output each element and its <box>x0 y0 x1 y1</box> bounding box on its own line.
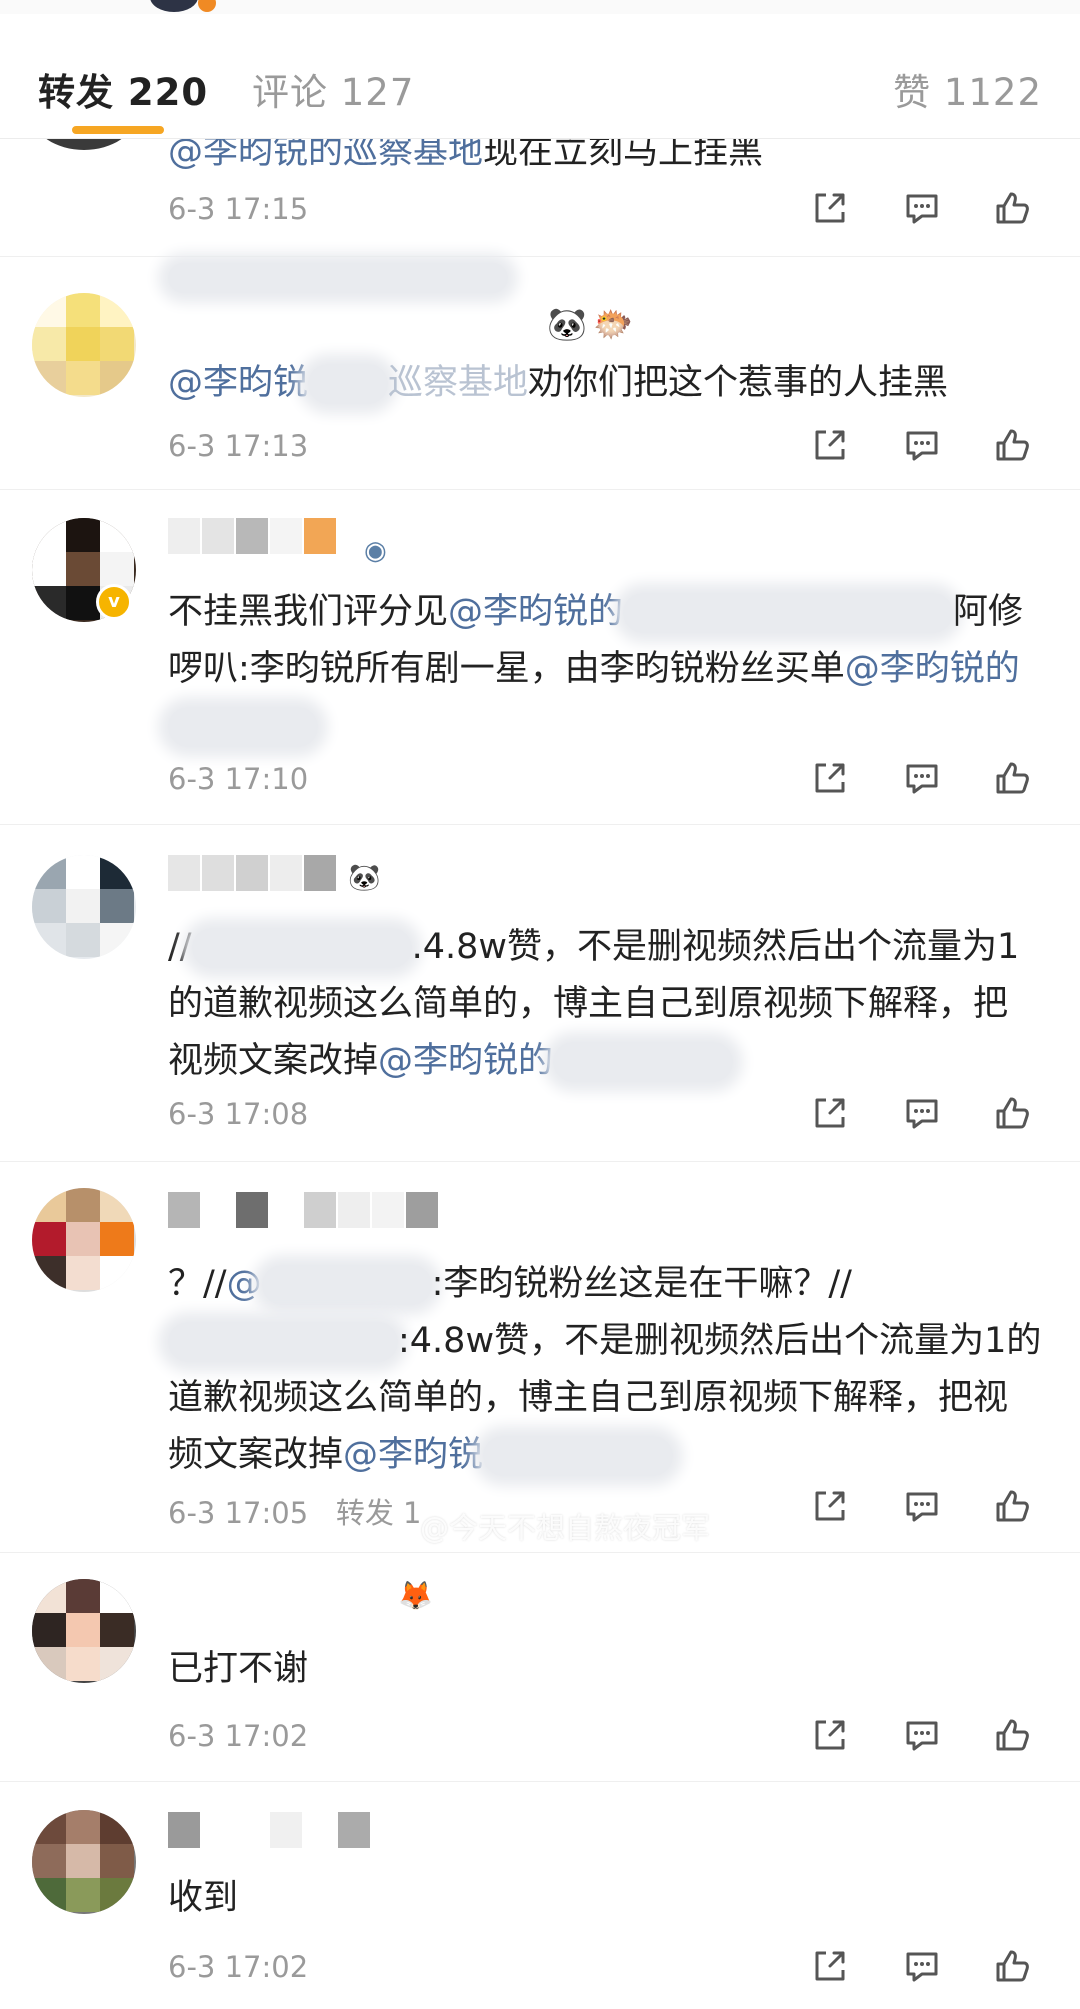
like-icon[interactable] <box>990 1944 1034 1988</box>
redacted-text <box>261 1265 432 1305</box>
repost-count[interactable]: 转发 1 <box>336 1496 422 1530</box>
mention-link[interactable]: @ <box>227 1264 262 1304</box>
mention-link[interactable]: @李昀锐 <box>343 1435 483 1475</box>
list-item: ？//@:李昀锐粉丝这是在干嘛？//:4.8w赞，不是删视频然后出个流量为1的道… <box>0 1162 1080 1553</box>
avatar[interactable] <box>32 1579 136 1683</box>
avatar[interactable] <box>32 1188 136 1292</box>
timestamp: 6-3 17:08 <box>168 1097 309 1131</box>
action-bar <box>808 1713 1042 1757</box>
repost-text: 不挂黑我们评分见@李昀锐的 阿修啰叭:李昀锐所有剧一星，由李昀锐粉丝买单@李昀锐的 <box>168 584 1042 755</box>
repost-text: @李昀锐 巡察基地劝你们把这个惹事的人挂黑 <box>168 363 949 404</box>
share-icon[interactable] <box>808 1484 852 1528</box>
like-icon[interactable] <box>990 1091 1034 1135</box>
action-bar <box>808 186 1042 230</box>
list-item: 🦊 已打不谢 6-3 17:02 <box>0 1553 1080 1782</box>
mention-link[interactable]: @李昀锐的 <box>378 1041 553 1081</box>
badge-icon <box>198 0 216 12</box>
redacted-text <box>483 1436 674 1476</box>
mention-link[interactable]: @李昀锐的 <box>845 649 1020 689</box>
comment-icon[interactable] <box>900 1484 944 1528</box>
share-icon[interactable] <box>808 423 852 467</box>
share-icon[interactable] <box>808 186 852 230</box>
comment-icon[interactable] <box>900 423 944 467</box>
watermark: @今天不想自熬夜冠军 <box>420 1511 711 1545</box>
action-bar <box>808 1091 1042 1135</box>
list-item: 收到 6-3 17:02 <box>0 1782 1080 2009</box>
action-bar <box>808 1484 1042 1528</box>
like-icon[interactable] <box>990 423 1034 467</box>
mention-link[interactable]: @李昀锐 <box>168 363 308 403</box>
like-icon[interactable] <box>990 186 1034 230</box>
action-bar <box>808 423 1042 467</box>
panda-emoji: 🐼 <box>547 305 587 343</box>
timestamp: 6-3 17:13 <box>168 429 309 463</box>
tab-like[interactable]: 赞 1122 <box>893 62 1042 116</box>
redacted-text <box>191 928 412 968</box>
repost-text: //.4.8w赞，不是删视频然后出个流量为1的道歉视频这么简单的，博主自己到原视… <box>168 927 1020 1082</box>
timestamp: 6-3 17:15 <box>168 192 309 226</box>
avatar <box>150 0 198 12</box>
action-bar <box>808 1944 1042 1988</box>
previous-content-strip <box>0 0 1080 14</box>
redacted-text <box>308 364 389 404</box>
pufferfish-emoji: 🐡 <box>593 305 633 343</box>
share-icon[interactable] <box>808 1091 852 1135</box>
redacted-text <box>623 593 954 633</box>
tab-repost[interactable]: 转发 220 <box>38 62 208 116</box>
mention-link-cont[interactable]: 巡察基地 <box>388 363 528 403</box>
repost-text: ？//@:李昀锐粉丝这是在干嘛？//:4.8w赞，不是删视频然后出个流量为1的道… <box>168 1264 1042 1476</box>
action-bar <box>808 756 1042 800</box>
fox-emoji: 🦊 <box>398 1579 433 1612</box>
redacted-text <box>553 1042 734 1082</box>
comment-icon[interactable] <box>900 1713 944 1757</box>
panda-emoji: 🐼 <box>348 863 381 893</box>
username-blurred <box>168 1192 440 1228</box>
username-blurred <box>168 855 338 891</box>
tab-bar: 转发 220 评论 127 赞 1122 <box>0 14 1080 139</box>
repost-list: @李昀锐的巡察基地现在立刻马上挂黑 6-3 17:15 🐼 🐡 @李昀锐巡察基 <box>0 78 1080 2009</box>
comment-icon[interactable] <box>900 1091 944 1135</box>
like-icon[interactable] <box>990 756 1034 800</box>
avatar[interactable] <box>32 1810 136 1914</box>
share-icon[interactable] <box>808 1713 852 1757</box>
like-icon[interactable] <box>990 1484 1034 1528</box>
share-icon[interactable] <box>808 1944 852 1988</box>
comment-icon[interactable] <box>900 756 944 800</box>
active-tab-indicator <box>72 126 164 134</box>
username-blurred <box>168 263 508 299</box>
timestamp: 6-3 17:05 转发 1 <box>168 1496 422 1530</box>
timestamp: 6-3 17:10 <box>168 762 309 796</box>
redacted-text <box>168 1322 398 1362</box>
username-blurred <box>168 1812 372 1848</box>
avatar[interactable] <box>32 293 136 397</box>
list-item: v ◉ 不挂黑我们评分见@李昀锐的 阿修啰叭:李昀锐所有剧一星，由李昀锐粉丝买单@… <box>0 490 1080 825</box>
share-icon[interactable] <box>808 756 852 800</box>
redacted-text <box>168 707 318 747</box>
tab-comment[interactable]: 评论 127 <box>252 62 414 116</box>
mention-link[interactable]: @李昀锐的 <box>448 592 623 632</box>
verified-badge-icon: v <box>96 584 132 620</box>
repost-text: 收到 <box>168 1878 239 1918</box>
like-icon[interactable] <box>990 1713 1034 1757</box>
timestamp: 6-3 17:02 <box>168 1719 309 1753</box>
timestamp: 6-3 17:02 <box>168 1950 309 1984</box>
repost-text: 已打不谢 <box>168 1649 309 1689</box>
avatar[interactable] <box>32 855 136 959</box>
list-item: @李昀锐的巡察基地现在立刻马上挂黑 6-3 17:15 <box>0 78 1080 257</box>
list-item: 🐼 //.4.8w赞，不是删视频然后出个流量为1的道歉视频这么简单的，博主自己到… <box>0 825 1080 1162</box>
comment-icon[interactable] <box>900 1944 944 1988</box>
comment-icon[interactable] <box>900 186 944 230</box>
list-item: 🐼 🐡 @李昀锐 巡察基地劝你们把这个惹事的人挂黑 6-3 17:13 <box>0 257 1080 490</box>
username-blurred <box>168 518 338 554</box>
badge-icon: ◉ <box>364 536 387 566</box>
